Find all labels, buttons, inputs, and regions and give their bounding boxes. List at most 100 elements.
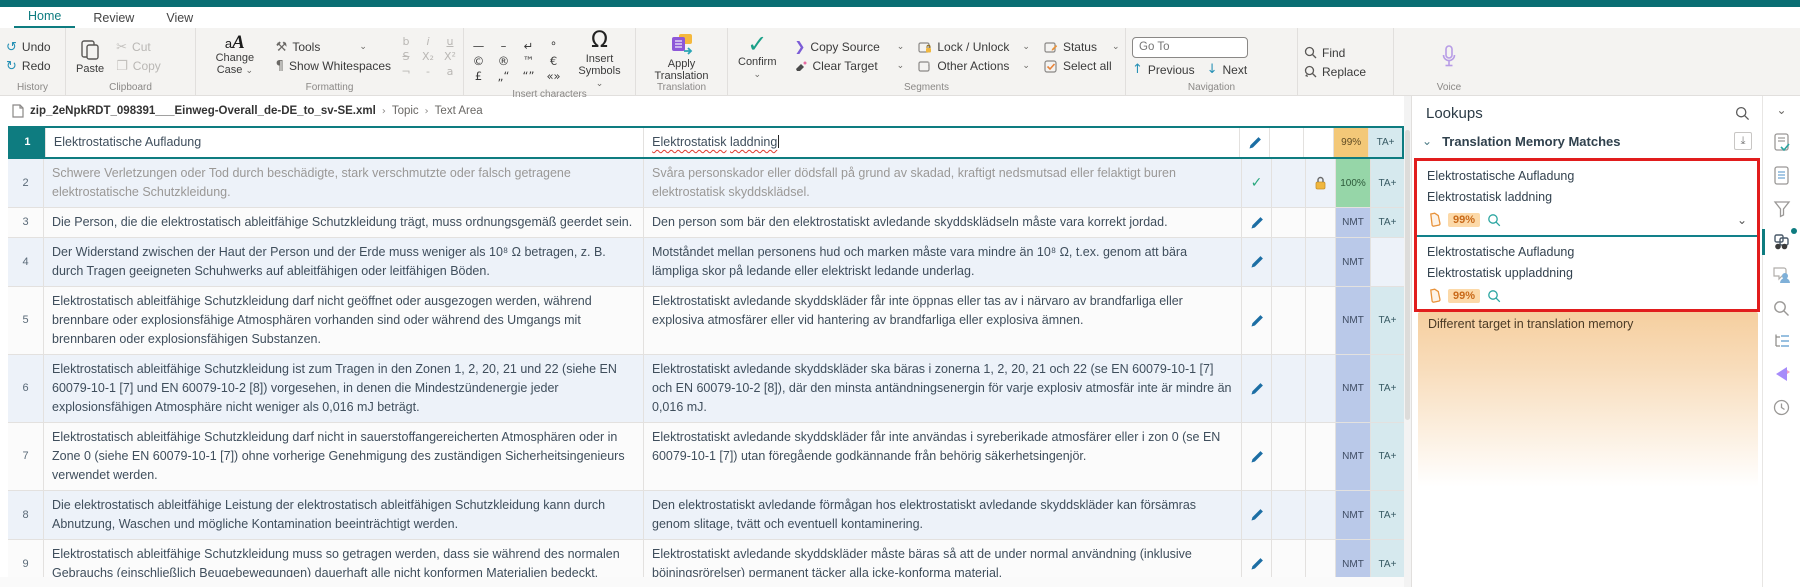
status-button[interactable]: Status ⌄	[1044, 40, 1120, 54]
character-button[interactable]: X₂	[421, 50, 435, 63]
segment-number[interactable]: 1	[10, 128, 46, 157]
target-cell[interactable]: Elektrostatiskt avledande skyddskläder f…	[644, 287, 1242, 354]
target-cell[interactable]: Elektrostatiskt avledande skyddskläder s…	[644, 355, 1242, 422]
character-button[interactable]: a	[443, 65, 457, 78]
target-cell[interactable]: Den elektrostatiskt avledande förmågan h…	[644, 491, 1242, 539]
clear-target-button[interactable]: Clear Target ⌄	[795, 59, 905, 73]
filter-tab-button[interactable]	[1770, 199, 1794, 219]
ribbon-tab-review[interactable]: Review	[79, 9, 148, 28]
source-cell[interactable]: Elektrostatisch ableitfähige Schutzkleid…	[44, 423, 644, 490]
voice-dictation-button[interactable]	[1436, 44, 1462, 70]
character-button[interactable]: °	[545, 39, 562, 53]
comments-tab-button[interactable]	[1770, 265, 1794, 285]
segment-status-cell[interactable]: ✓	[1242, 208, 1272, 237]
target-cell[interactable]: Motståndet mellan personens hud och mark…	[644, 238, 1242, 286]
scrollbar-thumb[interactable]	[1405, 130, 1410, 420]
breadcrumb-file-name[interactable]: zip_2eNpkRDT_098391___Einweg-Overall_de-…	[30, 105, 376, 117]
target-cell[interactable]: Svåra personskador eller dödsfall på gru…	[644, 159, 1242, 207]
lookups-tab-button[interactable]	[1761, 228, 1797, 255]
apply-match-icon[interactable]: ⤓	[1734, 132, 1752, 150]
character-button[interactable]: b	[399, 35, 413, 48]
history-tab-button[interactable]	[1770, 397, 1794, 417]
segment-status-cell[interactable]: ✓	[1242, 355, 1272, 422]
tm-match[interactable]: Elektrostatische Aufladung Elektrostatis…	[1417, 237, 1757, 309]
character-button[interactable]: u	[443, 35, 457, 48]
segment-number[interactable]: 7	[8, 423, 44, 490]
character-button[interactable]: “”	[520, 69, 537, 83]
breadcrumb-text-area[interactable]: Text Area	[435, 105, 483, 117]
paste-button[interactable]: Paste	[72, 39, 108, 75]
character-button[interactable]: „“	[495, 69, 512, 83]
character-button[interactable]: —	[470, 39, 487, 53]
target-cell[interactable]: Elektrostatisk laddning	[644, 128, 1241, 157]
copy-source-button[interactable]: ❯ Copy Source ⌄	[795, 40, 905, 54]
ribbon-tab-home[interactable]: Home	[14, 7, 76, 28]
segment-status-cell[interactable]: ✓	[1242, 491, 1272, 539]
character-button[interactable]: €	[545, 54, 562, 68]
undo-button[interactable]: ↺ Undo	[6, 40, 51, 54]
previous-button[interactable]: ↑ Previous	[1132, 63, 1195, 77]
insert-symbols-button[interactable]: Ω Insert Symbols ⌄	[570, 30, 629, 89]
character-button[interactable]: ¬	[399, 65, 413, 78]
apply-translation-button[interactable]: Apply Translation	[642, 32, 721, 82]
character-button[interactable]: X²	[443, 50, 457, 63]
tools-button[interactable]: ⚒ Tools ⌄	[276, 40, 391, 54]
segment-status-cell[interactable]: ✓	[1242, 423, 1272, 490]
copy-button[interactable]: ❐ Copy	[116, 59, 161, 73]
search-icon[interactable]	[1735, 106, 1750, 121]
character-button[interactable]: ↵	[520, 39, 537, 53]
breadcrumb-topic[interactable]: Topic	[392, 105, 419, 117]
target-cell[interactable]: Elektrostatiskt avledande skyddskläder f…	[644, 423, 1242, 490]
vertical-scrollbar[interactable]	[1404, 96, 1411, 587]
segment-number[interactable]: 5	[8, 287, 44, 354]
segment-number[interactable]: 3	[8, 208, 44, 237]
segment-number[interactable]: 2	[8, 159, 44, 207]
preview-tab-button[interactable]	[1770, 133, 1794, 153]
tm-matches-header[interactable]: ⌄ Translation Memory Matches ⤓	[1412, 126, 1762, 156]
source-cell[interactable]: Der Widerstand zwischen der Haut der Per…	[44, 238, 644, 286]
next-button[interactable]: ↓ Next	[1207, 63, 1248, 77]
character-button[interactable]: ™	[520, 54, 537, 68]
replace-button[interactable]: Replace	[1304, 65, 1366, 79]
concordance-search-icon[interactable]	[1487, 289, 1501, 303]
cut-button[interactable]: ✂ Cut	[116, 40, 161, 54]
expand-match-chevron-icon[interactable]: ⌄	[1737, 213, 1747, 227]
source-cell[interactable]: Elektrostatisch ableitfähige Schutzkleid…	[44, 355, 644, 422]
segment-status-cell[interactable]: ✓	[1242, 159, 1272, 207]
segment-number[interactable]: 4	[8, 238, 44, 286]
concordance-search-icon[interactable]	[1487, 213, 1501, 227]
find-button[interactable]: Find	[1304, 46, 1366, 60]
source-cell[interactable]: Elektrostatische Aufladung	[46, 128, 645, 157]
character-button[interactable]: «»	[545, 69, 562, 83]
character-button[interactable]: -	[421, 65, 435, 78]
other-actions-button[interactable]: Other Actions ⌄	[918, 59, 1030, 73]
inline-formatting-buttons[interactable]: b i u S X₂ X² ¬ - a	[399, 35, 457, 78]
advanced-search-tab-button[interactable]	[1770, 298, 1794, 318]
source-cell[interactable]: Elektrostatisch ableitfähige Schutzkleid…	[44, 287, 644, 354]
segment-number[interactable]: 8	[8, 491, 44, 539]
target-cell[interactable]: Den person som bär den elektrostatiskt a…	[644, 208, 1242, 237]
special-character-buttons[interactable]: — – ↵ ° © ® ™ € £ „“ “” «»	[470, 39, 562, 83]
select-all-button[interactable]: Select all	[1044, 59, 1120, 73]
source-cell[interactable]: Die elektrostatisch ableitfähige Leistun…	[44, 491, 644, 539]
document-structure-tab-button[interactable]	[1770, 331, 1794, 351]
character-button[interactable]: i	[421, 35, 435, 48]
character-button[interactable]: ®	[495, 54, 512, 68]
character-button[interactable]: £	[470, 69, 487, 83]
character-button[interactable]: –	[495, 39, 512, 53]
messages-tab-button[interactable]	[1770, 364, 1794, 384]
change-case-button[interactable]: aA Change Case ⌄	[202, 33, 268, 76]
character-button[interactable]: ©	[470, 54, 487, 68]
segment-status-cell[interactable]: ✓	[1242, 238, 1272, 286]
source-cell[interactable]: Schwere Verletzungen oder Tod durch besc…	[44, 159, 644, 207]
source-cell[interactable]: Die Person, die die elektrostatisch able…	[44, 208, 644, 237]
tm-match[interactable]: Elektrostatische Aufladung Elektrostatis…	[1417, 161, 1757, 233]
ribbon-tab-view[interactable]: View	[152, 9, 207, 28]
lock-unlock-button[interactable]: Lock / Unlock ⌄	[918, 40, 1030, 54]
segment-number[interactable]: 6	[8, 355, 44, 422]
confirm-button[interactable]: ✓ Confirm ⌄	[734, 32, 781, 80]
show-whitespaces-button[interactable]: ¶ Show Whitespaces	[276, 59, 391, 73]
segment-status-cell[interactable]: ✓	[1240, 128, 1271, 157]
collapse-panel-button[interactable]: ⌄	[1770, 100, 1794, 120]
redo-button[interactable]: ↻ Redo	[6, 59, 51, 73]
